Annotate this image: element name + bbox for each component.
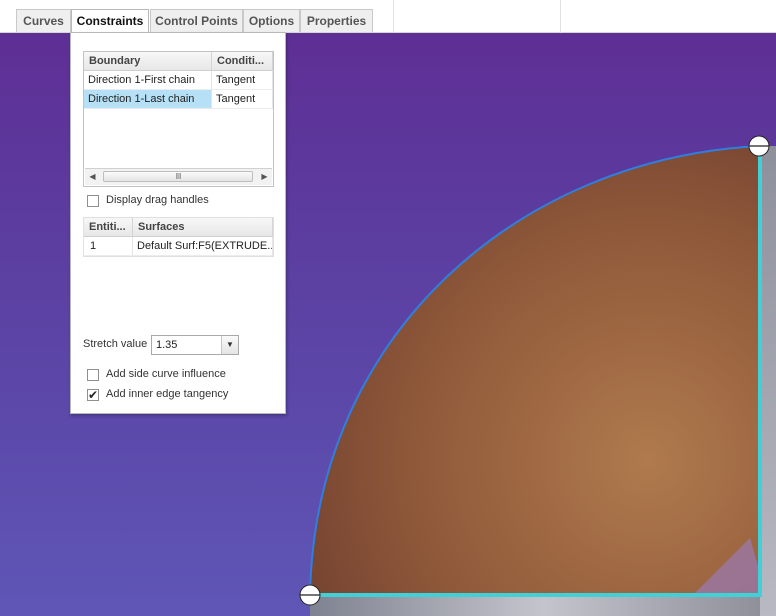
tab-constraints[interactable]: Constraints — [71, 9, 149, 34]
dashboard-tab-strip: Curves Constraints Control Points Option… — [0, 0, 776, 34]
scroll-right-icon[interactable]: ▶ — [257, 169, 272, 185]
tab-control-points[interactable]: Control Points — [150, 9, 243, 32]
entity-cell[interactable]: 1 — [84, 237, 133, 256]
tab-properties[interactable]: Properties — [300, 9, 373, 32]
stretch-value-combo[interactable]: 1.35 ▼ — [151, 335, 239, 355]
inner-edge-tangency-label: Add inner edge tangency — [106, 388, 229, 400]
display-drag-handles-checkbox[interactable] — [87, 195, 99, 207]
boundary-table: Boundary Conditi... Direction 1-First ch… — [83, 51, 274, 187]
chevron-down-icon[interactable]: ▼ — [221, 336, 238, 354]
inner-edge-tangency-checkbox[interactable]: ✔ — [87, 389, 99, 401]
condition-cell[interactable]: Tangent — [212, 71, 273, 90]
boundary-cell[interactable]: Direction 1-First chain — [84, 71, 212, 90]
column-header-entities[interactable]: Entiti... — [84, 218, 133, 237]
column-header-condition[interactable]: Conditi... — [212, 52, 273, 71]
side-curve-influence-checkbox[interactable] — [87, 369, 99, 381]
stretch-value[interactable]: 1.35 — [156, 336, 177, 354]
drag-handle-top[interactable] — [748, 135, 770, 157]
boundary-cell-selected[interactable]: Direction 1-Last chain — [84, 90, 212, 109]
tab-options[interactable]: Options — [243, 9, 300, 32]
horizontal-scrollbar[interactable]: ◀ IIII ▶ — [85, 168, 272, 185]
surfaces-table: Entiti... Surfaces 1 Default Surf:F5(EXT… — [83, 217, 274, 257]
side-curve-influence-label: Add side curve influence — [106, 368, 226, 380]
scroll-thumb[interactable]: IIII — [103, 171, 253, 182]
display-drag-handles-label: Display drag handles — [106, 194, 209, 206]
base-block-bottom — [310, 595, 776, 616]
tab-curves[interactable]: Curves — [16, 9, 71, 32]
tab-strip-divider — [560, 0, 561, 33]
surface-cell[interactable]: Default Surf:F5(EXTRUDE... — [133, 237, 273, 256]
constraints-panel: Boundary Conditi... Direction 1-First ch… — [70, 32, 286, 414]
column-header-boundary[interactable]: Boundary — [84, 52, 212, 71]
boundary-blend-surface[interactable] — [310, 146, 760, 595]
stretch-value-label: Stretch value — [83, 338, 148, 350]
check-icon: ✔ — [88, 388, 99, 402]
column-header-surfaces[interactable]: Surfaces — [133, 218, 273, 237]
drag-handle-bottom[interactable] — [299, 584, 321, 606]
scroll-left-icon[interactable]: ◀ — [85, 169, 100, 185]
condition-cell[interactable]: Tangent — [212, 90, 273, 109]
base-block-side — [760, 146, 776, 616]
tab-strip-divider — [393, 0, 394, 33]
